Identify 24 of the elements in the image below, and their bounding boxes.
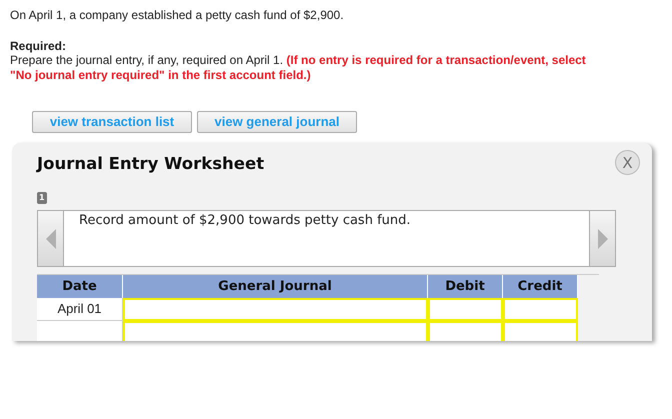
- input-field[interactable]: [503, 298, 578, 321]
- input-field[interactable]: [123, 321, 428, 341]
- date-cell: April 01: [37, 298, 123, 321]
- right-arrow-icon: [598, 228, 608, 248]
- column-header: Credit: [503, 275, 578, 298]
- problem-statement: On April 1, a company established a petty cash fund of $2,900.: [10, 8, 345, 23]
- input-field[interactable]: [503, 321, 578, 341]
- instructions: Prepare the journal entry, if any, required on April 1. (If no entry is required for a transaction/event, select "No journal entry required" in the first account field.): [10, 53, 587, 83]
- worksheet-title: Journal Entry Worksheet: [37, 153, 264, 175]
- required-heading: Required:: [10, 39, 68, 53]
- view-button[interactable]: view general journal: [197, 111, 357, 133]
- step-badge[interactable]: 1: [37, 192, 47, 204]
- entry-description: Record amount of $2,900 towards petty cash fund.: [78, 212, 412, 230]
- left-arrow-icon: [46, 228, 56, 248]
- input-field[interactable]: [428, 298, 503, 321]
- view-button[interactable]: view transaction list: [32, 111, 192, 133]
- next-button[interactable]: [589, 211, 615, 266]
- column-header: Date: [37, 275, 123, 298]
- close-button[interactable]: X: [615, 150, 640, 175]
- column-header: General Journal: [123, 275, 428, 298]
- input-field[interactable]: [123, 298, 428, 321]
- column-header: Debit: [428, 275, 503, 298]
- input-field[interactable]: [428, 321, 503, 341]
- previous-button[interactable]: [38, 211, 64, 266]
